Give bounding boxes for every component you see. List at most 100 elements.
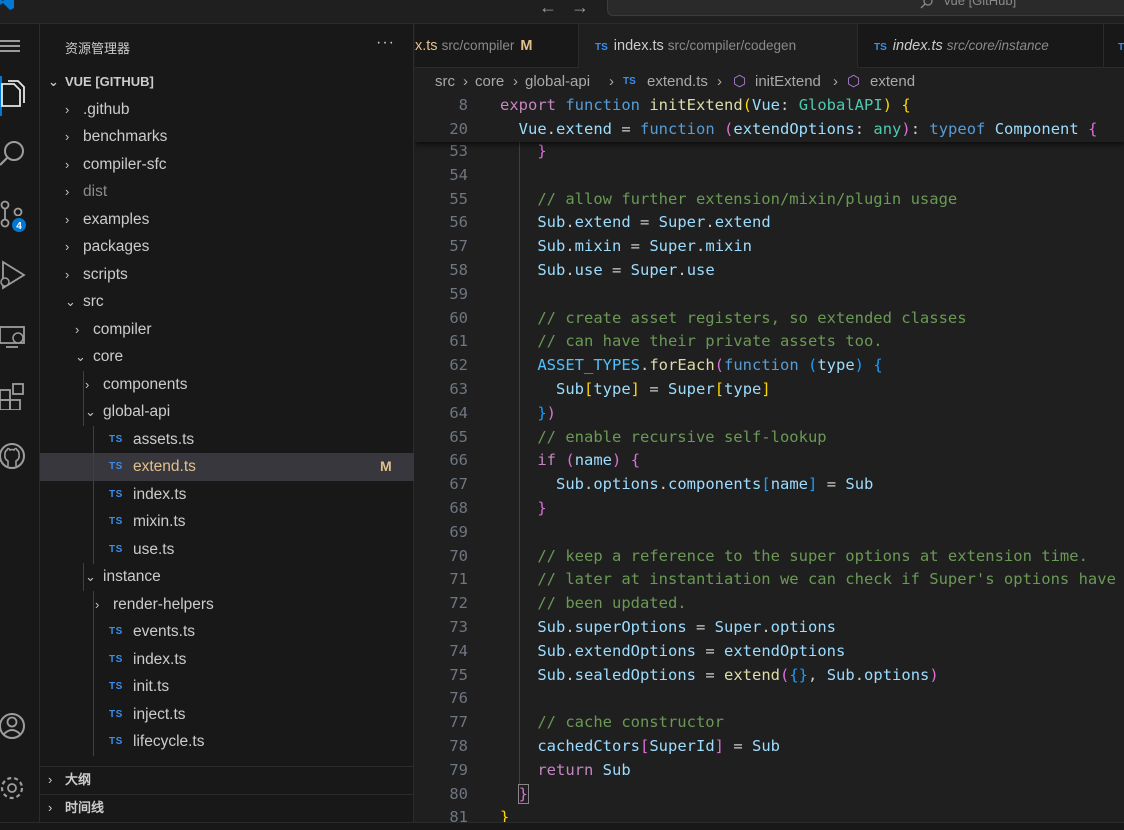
tree-file-assets-ts[interactable]: TS assets.ts [40, 425, 414, 454]
sticky-line: 20 Vue.extend = function (extendOptions:… [449, 120, 1098, 138]
outline-section[interactable]: › 大纲 [40, 766, 414, 793]
go-forward-icon[interactable]: → [570, 0, 590, 18]
files-icon [1, 80, 25, 107]
code-line: 64 }) [415, 402, 1124, 426]
code-line: 58 Sub.use = Super.use [415, 259, 1124, 283]
indent-guide [93, 645, 94, 674]
line-number: 70 [449, 546, 468, 565]
tree-folder-global-api[interactable]: ⌄ global-api [40, 398, 414, 426]
code-line: 56 Sub.extend = Super.extend [415, 211, 1124, 235]
tree-folder-examples[interactable]: › examples [40, 206, 414, 234]
line-number: 68 [449, 499, 468, 517]
tree-file-lifecycle-ts[interactable]: TS lifecycle.ts [40, 728, 414, 756]
indent-guide [93, 535, 94, 564]
breadcrumb-global-api[interactable]: global-api [525, 70, 590, 94]
workspace-root[interactable]: ⌄ VUE [GITHUB] [40, 68, 414, 96]
code-text: } [537, 142, 547, 160]
tree-folder-core[interactable]: ⌄ core [40, 343, 414, 371]
code-editor[interactable]: 8 export function initExtend(Vue: GlobalA… [415, 94, 1124, 830]
status-bar [0, 822, 1124, 830]
ts-file-icon: TS [109, 708, 123, 720]
tree-folder-packages[interactable]: › packages [40, 233, 414, 261]
ts-file-icon: TS [623, 76, 636, 87]
tree-item-label: global-api [103, 403, 171, 420]
code-line: 59 [415, 283, 1124, 307]
go-back-icon[interactable]: ← [538, 0, 558, 18]
code-text: Sub.extendOptions = extendOptions [537, 641, 846, 660]
more-actions-icon[interactable]: ··· [376, 34, 395, 52]
tree-file-mixin-ts[interactable]: TS mixin.ts [40, 508, 414, 536]
menu-button[interactable] [0, 24, 40, 72]
code-line: 69 [415, 521, 1124, 545]
tree-file-index-ts[interactable]: TS index.ts [40, 480, 414, 509]
tree-item-label: index.ts [133, 650, 187, 668]
tree-file-init-ts[interactable]: TS init.ts [40, 673, 414, 701]
tree-folder-src[interactable]: ⌄ src [40, 288, 414, 316]
ts-file-icon: TS [109, 461, 123, 472]
tree-file-use-ts[interactable]: TS use.ts [40, 535, 414, 564]
breadcrumb-file[interactable]: extend.ts [647, 70, 708, 94]
tree-item-label: assets.ts [133, 430, 195, 448]
tree-item-label: .github [83, 100, 130, 118]
explorer-title: 资源管理器 [65, 41, 131, 56]
tree-item-label: mixin.ts [133, 513, 186, 530]
line-number: 55 [449, 189, 468, 208]
tree-folder-compiler[interactable]: › compiler [40, 316, 414, 344]
tab-codegen-index[interactable]: TS index.ts src/compiler/codegen [579, 24, 858, 68]
line-number: 80 [449, 784, 468, 803]
remote-explorer-icon [0, 326, 25, 348]
tree-folder-benchmarks[interactable]: › benchmarks [40, 123, 414, 151]
tree-file-inject-ts[interactable]: TS inject.ts [40, 700, 414, 729]
search-view-button[interactable] [0, 132, 40, 180]
run-debug-button[interactable] [0, 254, 40, 302]
tree-folder-render-helpers[interactable]: › render-helpers [40, 590, 414, 619]
line-number: 78 [449, 737, 468, 755]
timeline-label: 时间线 [65, 800, 105, 815]
tree-item-label: instance [103, 568, 161, 585]
breadcrumb-core[interactable]: core [475, 70, 504, 94]
tree-folder-dist[interactable]: › dist [40, 178, 414, 206]
breadcrumb-function[interactable]: initExtend [755, 70, 821, 94]
accounts-button[interactable] [0, 704, 40, 752]
ts-file-icon: TS [1118, 42, 1124, 53]
code-text: }) [537, 403, 557, 422]
tab-overflow[interactable]: TS [1104, 24, 1124, 68]
tree-folder-instance[interactable]: ⌄ instance [40, 563, 414, 591]
code-text: // enable recursive self-lookup [537, 427, 827, 446]
extensions-button[interactable] [0, 374, 40, 422]
line-number: 73 [449, 618, 468, 636]
tree-file-index-ts[interactable]: TS index.ts [40, 645, 414, 674]
tab-instance-index[interactable]: TS index.ts src/core/instance [858, 24, 1104, 68]
breadcrumb-method[interactable]: extend [870, 70, 915, 94]
outline-label: 大纲 [65, 772, 92, 787]
tree-folder-scripts[interactable]: › scripts [40, 261, 414, 289]
tree-file-extend-ts[interactable]: TS extend.ts M [40, 453, 414, 481]
manage-button[interactable] [0, 764, 40, 812]
chevron-right-icon: › [65, 184, 70, 199]
tree-file-events-ts[interactable]: TS events.ts [40, 618, 414, 646]
command-center[interactable]: vue [GitHub] [607, 0, 1124, 16]
tree-folder--github[interactable]: › .github [40, 96, 414, 124]
code-text: // keep a reference to the super options… [537, 546, 1088, 565]
ts-file-icon: TS [874, 42, 887, 53]
tree-item-label: use.ts [133, 540, 175, 558]
code-line: 75 Sub.sealedOptions = extend({}, Sub.op… [415, 664, 1124, 688]
sticky-scroll[interactable]: 8 export function initExtend(Vue: GlobalA… [415, 94, 1124, 142]
source-control-badge: 4 [10, 216, 28, 234]
remote-explorer-button[interactable] [0, 316, 40, 364]
timeline-section[interactable]: › 时间线 [40, 794, 414, 821]
line-number: 62 [449, 356, 468, 375]
source-control-button[interactable]: 4 [0, 194, 40, 242]
explorer-button[interactable] [0, 72, 40, 120]
chevron-right-icon: › [95, 596, 100, 612]
tree-folder-compiler-sfc[interactable]: › compiler-sfc [40, 151, 414, 179]
tree-folder-components[interactable]: › components [40, 370, 414, 399]
indent-guide [83, 398, 84, 426]
method-cube-icon: ⬡ [847, 73, 861, 90]
tab-compiler-index[interactable]: x.ts src/compiler M [415, 24, 579, 68]
line-number: 64 [449, 403, 468, 422]
breadcrumb-src[interactable]: src [435, 70, 455, 94]
github-button[interactable] [0, 434, 40, 482]
tree-item-label: src [83, 293, 104, 310]
chevron-right-icon: › [85, 376, 90, 392]
